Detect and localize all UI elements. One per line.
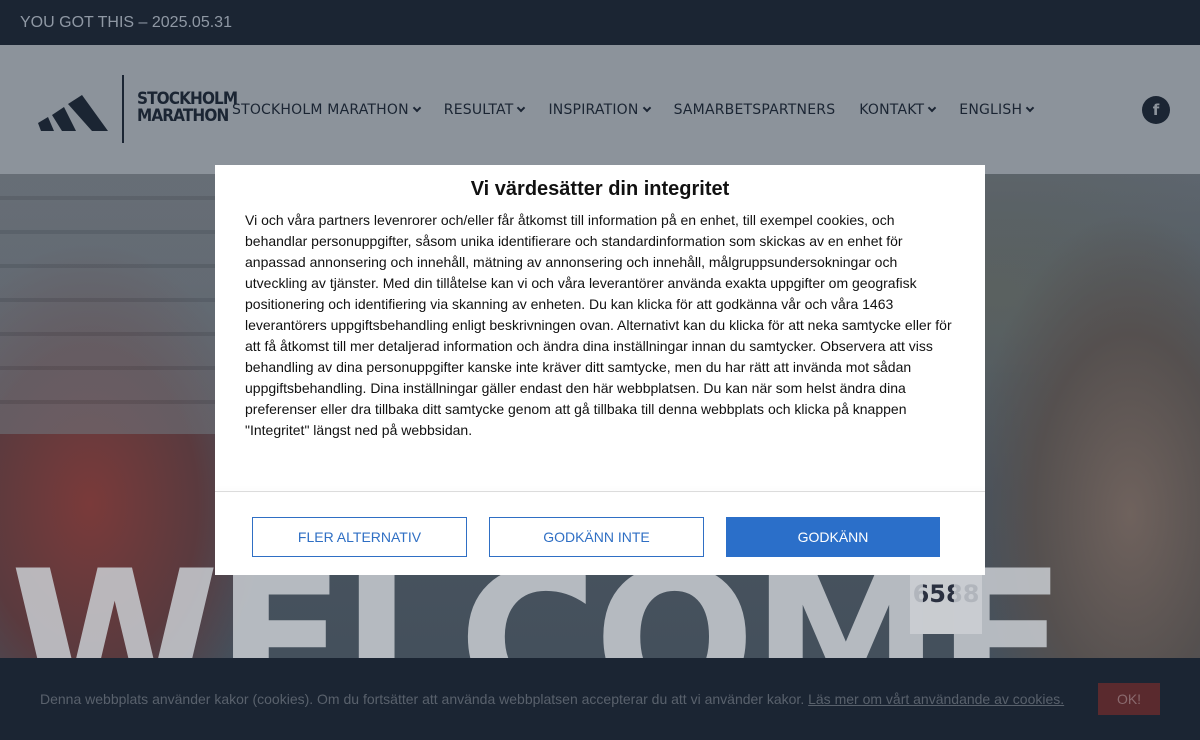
nav-kontakt[interactable]: KONTAKT bbox=[859, 101, 937, 118]
nav-stockholm-marathon[interactable]: STOCKHOLM MARATHON bbox=[232, 101, 422, 118]
chevron-down-icon bbox=[517, 103, 526, 112]
cookie-notice-bar: Denna webbplats använder kakor (cookies)… bbox=[0, 658, 1200, 740]
nav-label: RESULTAT bbox=[443, 101, 514, 118]
nav-samarbetspartners[interactable]: SAMARBETSPARTNERS bbox=[674, 102, 836, 118]
announcement-text: YOU GOT THIS – 2025.05.31 bbox=[20, 13, 232, 31]
facebook-icon[interactable]: f bbox=[1142, 96, 1170, 124]
consent-title: Vi värdesätter din integritet bbox=[470, 178, 730, 200]
nav-label: KONTAKT bbox=[859, 101, 925, 118]
nav-label: INSPIRATION bbox=[548, 101, 639, 118]
nav-label: SAMARBETSPARTNERS bbox=[673, 101, 836, 118]
cookie-notice-message: Denna webbplats använder kakor (cookies)… bbox=[40, 691, 805, 707]
reject-button[interactable]: GODKÄNN INTE bbox=[489, 517, 704, 557]
cookie-policy-link[interactable]: Läs mer om vårt användande av cookies. bbox=[808, 691, 1064, 707]
cookie-notice-text: Denna webbplats använder kakor (cookies)… bbox=[40, 691, 1064, 707]
cookie-ok-button[interactable]: OK! bbox=[1098, 683, 1160, 715]
hero-background-building bbox=[0, 174, 215, 434]
consent-dialog: Vi värdesätter din integritet Vi och vår… bbox=[215, 165, 985, 575]
chevron-down-icon bbox=[642, 103, 651, 112]
nav-label: STOCKHOLM MARATHON bbox=[232, 101, 409, 118]
consent-body-text: Vi och våra partners levenrorer och/elle… bbox=[245, 212, 952, 438]
logo-divider bbox=[122, 75, 124, 143]
chevron-down-icon bbox=[928, 103, 937, 112]
site-header: STOCKHOLM MARATHON STOCKHOLM MARATHON RE… bbox=[0, 45, 1200, 174]
nav-english[interactable]: ENGLISH bbox=[959, 101, 1035, 118]
more-options-button[interactable]: FLER ALTERNATIV bbox=[252, 517, 467, 557]
stockholm-marathon-logo[interactable]: STOCKHOLM MARATHON bbox=[38, 75, 238, 143]
logo-line-2: MARATHON bbox=[137, 106, 229, 126]
nav-inspiration[interactable]: INSPIRATION bbox=[548, 101, 651, 118]
consent-divider bbox=[215, 491, 985, 492]
main-nav: STOCKHOLM MARATHON RESULTAT INSPIRATION … bbox=[232, 45, 1057, 174]
announcement-bar: YOU GOT THIS – 2025.05.31 bbox=[0, 0, 1200, 45]
accept-button[interactable]: GODKÄNN bbox=[726, 517, 940, 557]
logo-wordmark: STOCKHOLM MARATHON bbox=[137, 91, 238, 126]
adidas-stripes-icon bbox=[38, 95, 108, 131]
nav-resultat[interactable]: RESULTAT bbox=[443, 101, 526, 118]
chevron-down-icon bbox=[412, 103, 422, 112]
chevron-down-icon bbox=[1025, 103, 1035, 112]
nav-label: ENGLISH bbox=[959, 101, 1023, 118]
